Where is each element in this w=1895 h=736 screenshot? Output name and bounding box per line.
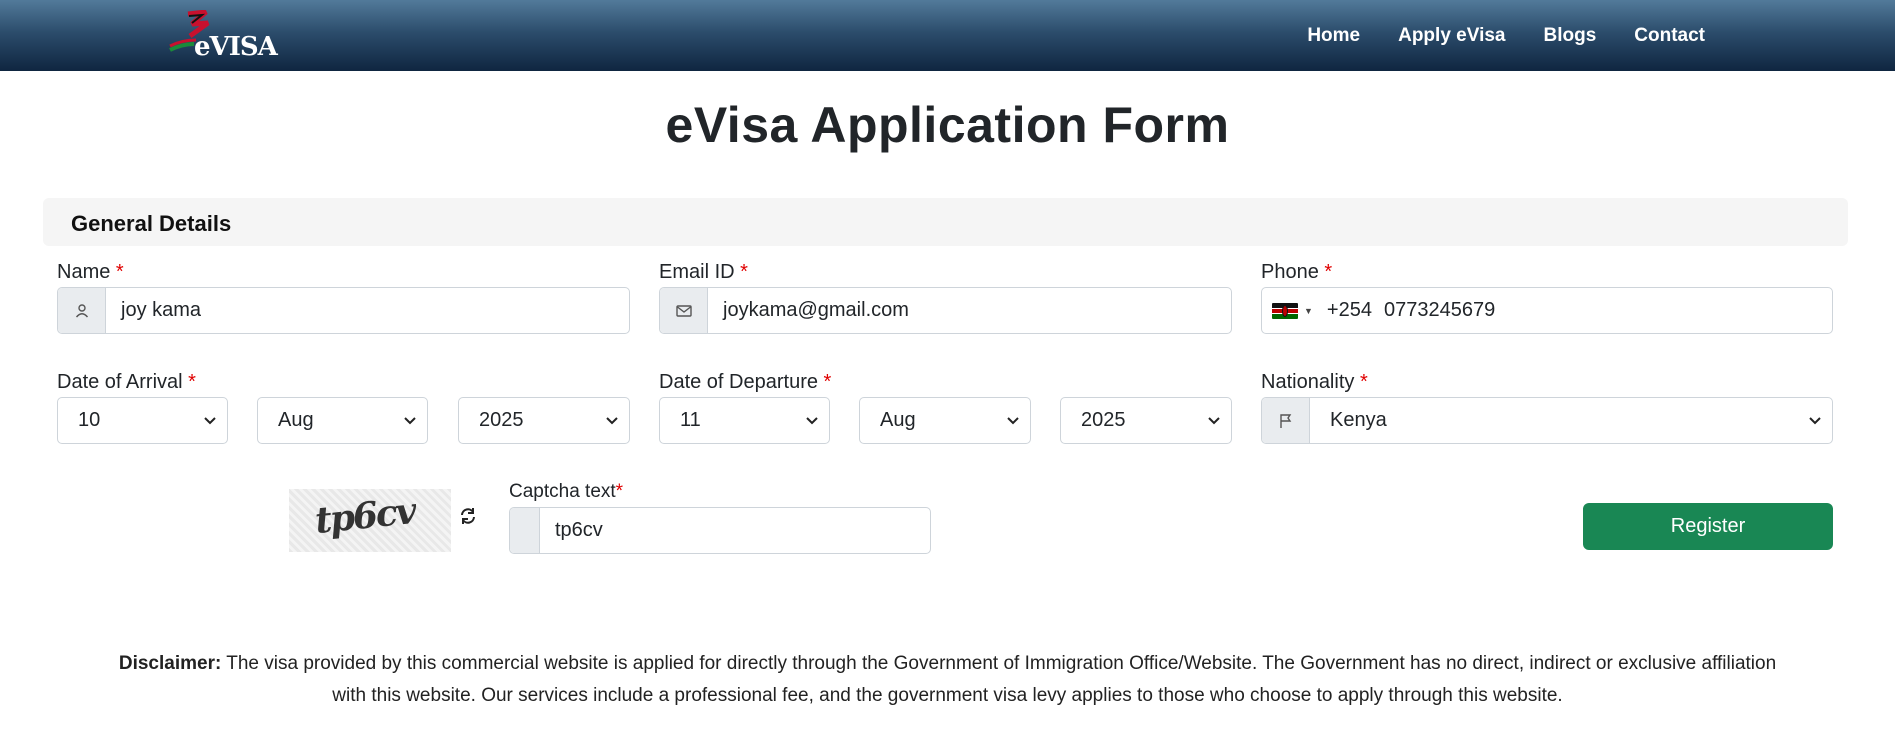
country-code-selector[interactable]: ▼ +254 [1262,288,1372,333]
arrival-month-value: Aug [278,409,314,431]
phone-input[interactable]: 0773245679 [1372,288,1832,333]
departure-year-value: 2025 [1081,409,1126,431]
user-icon [58,288,106,333]
phone-field[interactable]: ▼ +254 0773245679 [1261,287,1833,334]
captcha-image-text: tp6cv [313,489,417,543]
section-title: General Details [71,211,232,236]
name-label: Name * [57,261,124,284]
envelope-icon [660,288,708,333]
required-star: * [1324,261,1333,283]
arrival-label-text: Date of Arrival [57,371,183,393]
flag-icon [1262,398,1310,443]
refresh-captcha-icon[interactable] [458,506,478,526]
required-star: * [823,371,832,393]
email-field[interactable]: joykama@gmail.com [659,287,1232,334]
page-title: eVisa Application Form [665,97,1230,153]
arrival-label: Date of Arrival * [57,371,196,394]
required-star: * [188,371,196,393]
nationality-label: Nationality * [1261,371,1368,394]
chevron-down-icon [1208,417,1220,425]
departure-day-value: 11 [680,409,701,431]
nav-apply-evisa[interactable]: Apply eVisa [1398,25,1505,47]
dial-code: +254 [1326,299,1372,321]
departure-month-select[interactable]: Aug [859,397,1031,444]
captcha-addon [510,508,540,553]
arrival-day-select[interactable]: 10 [57,397,228,444]
departure-year-select[interactable]: 2025 [1060,397,1232,444]
nav-blogs[interactable]: Blogs [1543,25,1596,47]
captcha-image: tp6cv [289,489,451,552]
chevron-down-icon [404,417,416,425]
departure-day-select[interactable]: 11 [659,397,830,444]
chevron-down-icon [1007,417,1019,425]
nav-contact[interactable]: Contact [1634,25,1705,47]
chevron-down-icon [806,417,818,425]
departure-month-value: Aug [880,409,916,431]
required-star: * [615,481,624,502]
name-label-text: Name [57,261,111,283]
nationality-select[interactable]: Kenya [1261,397,1833,444]
section-header: General Details [43,198,1848,246]
email-label: Email ID * [659,261,748,284]
arrival-day-value: 10 [78,409,101,431]
kenya-flag-icon [1272,302,1298,319]
captcha-label: Captcha text* [509,481,623,503]
logo-text: eVISA [194,32,278,62]
chevron-down-icon [606,417,618,425]
nationality-value: Kenya [1330,409,1387,431]
disclaimer-title: Disclaimer: [118,653,222,674]
caret-down-icon: ▼ [1304,305,1313,316]
main-nav: Home Apply eVisa Blogs Contact [1269,0,1705,71]
nationality-label-text: Nationality [1261,371,1355,393]
register-button[interactable]: Register [1583,503,1833,550]
nav-home[interactable]: Home [1307,25,1360,47]
chevron-down-icon [1809,417,1821,425]
departure-label: Date of Departure * [659,371,831,394]
departure-label-text: Date of Departure [659,371,818,393]
phone-label: Phone * [1261,261,1332,284]
name-input[interactable]: joy kama [106,288,629,333]
disclaimer: Disclaimer: The visa provided by this co… [100,648,1795,712]
name-field[interactable]: joy kama [57,287,630,334]
arrival-year-select[interactable]: 2025 [458,397,630,444]
captcha-field[interactable]: tp6cv [509,507,931,554]
arrival-month-select[interactable]: Aug [257,397,428,444]
email-label-text: Email ID [659,261,735,283]
captcha-label-text: Captcha text [509,481,616,502]
captcha-input[interactable]: tp6cv [540,508,930,553]
arrival-year-value: 2025 [479,409,524,431]
required-star: * [740,261,748,283]
phone-label-text: Phone [1261,261,1319,283]
site-logo[interactable]: eVISA [168,10,278,62]
chevron-down-icon [204,417,216,425]
required-star: * [1359,371,1368,393]
email-input[interactable]: joykama@gmail.com [708,288,1231,333]
disclaimer-text: The visa provided by this commercial web… [226,653,1777,706]
required-star: * [115,261,124,283]
top-navbar: eVISA Home Apply eVisa Blogs Contact [0,0,1895,71]
